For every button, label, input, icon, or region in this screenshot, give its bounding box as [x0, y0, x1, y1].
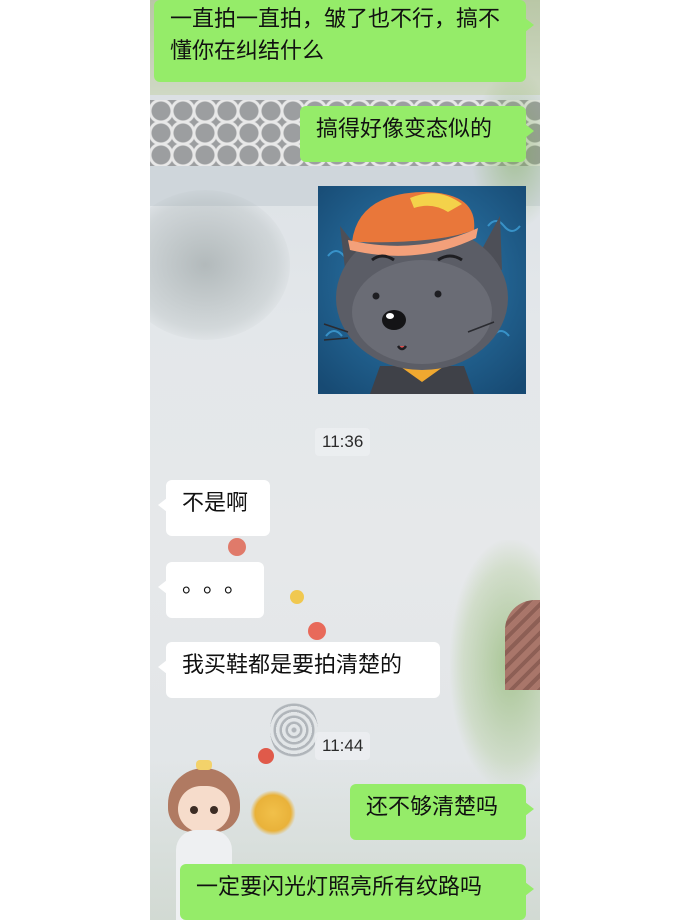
wallpaper-doodle-tree: [270, 700, 318, 760]
wallpaper-doodle-flower: [258, 748, 274, 764]
message-bubble-incoming[interactable]: 我买鞋都是要拍清楚的: [158, 642, 440, 698]
chat-screen: 一直拍一直拍，皱了也不行，搞不懂你在纠结什么 搞得好像变态似的 11:36 不是…: [150, 0, 540, 920]
page: 一直拍一直拍，皱了也不行，搞不懂你在纠结什么 搞得好像变态似的 11:36 不是…: [0, 0, 690, 920]
message-bubble-incoming[interactable]: 。。。: [158, 562, 264, 618]
wallpaper-doodle-flower: [228, 538, 246, 556]
message-timestamp: 11:44: [315, 732, 371, 760]
wallpaper-doodle-flower: [290, 590, 304, 604]
message-bubble-outgoing[interactable]: 还不够清楚吗: [350, 784, 534, 840]
grey-wolf-sticker[interactable]: [318, 186, 526, 394]
message-bubble-outgoing[interactable]: 一定要闪光灯照亮所有纹路吗: [180, 864, 534, 920]
wallpaper-roof: [505, 600, 540, 690]
message-bubble-outgoing[interactable]: 搞得好像变态似的: [300, 106, 534, 162]
message-bubble-incoming[interactable]: 不是啊: [158, 480, 270, 536]
message-bubble-outgoing[interactable]: 一直拍一直拍，皱了也不行，搞不懂你在纠结什么: [154, 0, 534, 82]
message-timestamp: 11:36: [315, 428, 371, 456]
wallpaper-doodle-flower: [308, 622, 326, 640]
wallpaper-doodle-sun: [250, 790, 296, 836]
wallpaper-tree: [150, 190, 290, 340]
